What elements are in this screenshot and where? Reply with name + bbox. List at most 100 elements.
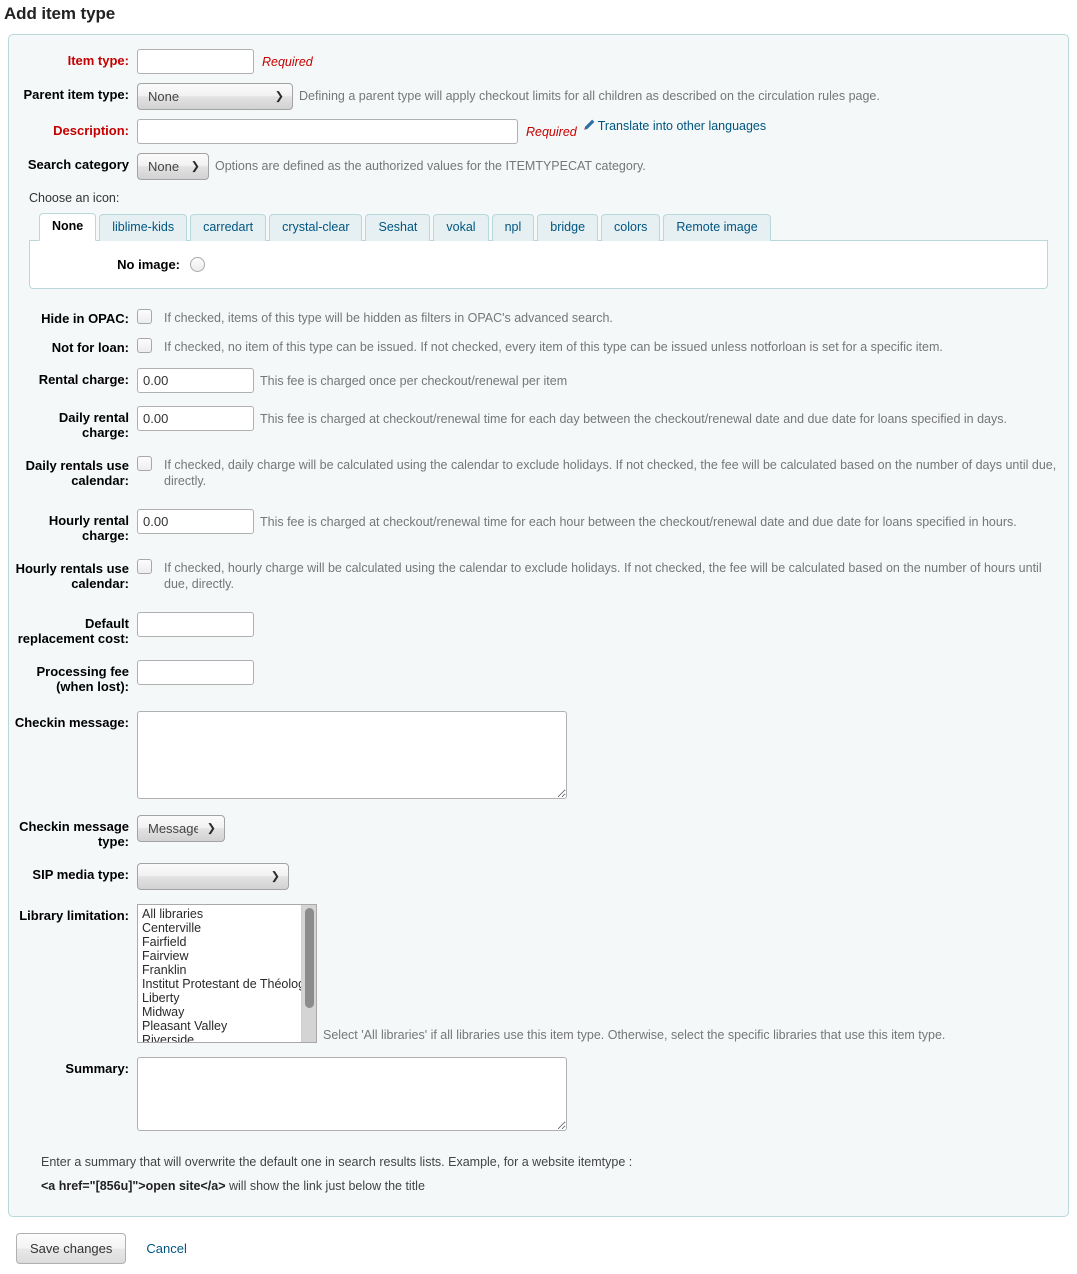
rental-charge-input[interactable]: [137, 368, 254, 393]
library-limitation-options: All libraries Centerville Fairfield Fair…: [138, 905, 301, 1042]
not-for-loan-checkbox[interactable]: [137, 338, 152, 353]
tab-carredart[interactable]: carredart: [190, 214, 267, 241]
checkin-message-type-select-wrap: Message ❯: [137, 815, 225, 842]
hourly-rentals-use-calendar-checkbox[interactable]: [137, 559, 152, 574]
library-limitation-hint: Select 'All libraries' if all libraries …: [323, 1028, 946, 1042]
list-item[interactable]: Centerville: [141, 921, 301, 935]
translate-link[interactable]: Translate into other languages: [595, 119, 766, 133]
parent-item-type-select-wrap: None ❯: [137, 83, 293, 110]
tab-none[interactable]: None: [39, 213, 97, 241]
item-type-input[interactable]: [137, 49, 254, 74]
description-label: Description:: [53, 123, 129, 138]
library-limitation-listbox[interactable]: All libraries Centerville Fairfield Fair…: [137, 904, 317, 1043]
not-for-loan-label: Not for loan:: [51, 340, 129, 355]
checkin-message-textarea[interactable]: [137, 711, 567, 799]
library-limitation-label: Library limitation:: [19, 908, 129, 923]
hide-in-opac-hint: If checked, items of this type will be h…: [164, 311, 613, 325]
search-category-select-wrap: None ❯: [137, 153, 209, 180]
row-checkin-message: Checkin message:: [9, 711, 1068, 799]
summary-help-code-rest: will show the link just below the title: [225, 1179, 425, 1193]
tab-colors[interactable]: colors: [601, 214, 661, 241]
row-parent-item-type: Parent item type: None ❯ Defining a pare…: [9, 83, 1068, 110]
row-search-category: Search category None ❯ Options are defin…: [9, 153, 1068, 180]
sip-media-type-select-wrap: ❯: [137, 863, 289, 890]
row-item-type: Item type: Required: [9, 49, 1068, 74]
no-image-radio[interactable]: [190, 257, 205, 272]
row-checkin-message-type: Checkin message type: Message ❯: [9, 815, 1068, 849]
list-item[interactable]: Liberty: [141, 991, 301, 1005]
icon-tab-panel-none: No image:: [29, 241, 1048, 289]
search-category-label: Search category: [27, 157, 129, 172]
list-item[interactable]: Riverside: [141, 1033, 301, 1042]
summary-help-line1: Enter a summary that will overwrite the …: [41, 1155, 633, 1169]
tab-liblime-kids[interactable]: liblime-kids: [99, 214, 188, 241]
library-limitation-scrollbar[interactable]: [301, 905, 316, 1042]
processing-fee-input[interactable]: [137, 660, 254, 685]
sip-media-type-select[interactable]: [137, 863, 289, 890]
summary-help-code: <a href="[856u]">open site</a>: [41, 1179, 226, 1193]
rental-charge-label: Rental charge:: [38, 372, 129, 387]
list-item[interactable]: Midway: [141, 1005, 301, 1019]
description-input[interactable]: [137, 119, 518, 144]
list-item[interactable]: Franklin: [141, 963, 301, 977]
list-item[interactable]: Fairview: [141, 949, 301, 963]
row-not-for-loan: Not for loan: If checked, no item of thi…: [9, 338, 1068, 355]
tab-npl[interactable]: npl: [491, 214, 535, 241]
form-footer: Save changes Cancel: [0, 1217, 1077, 1274]
icon-chooser: Choose an icon: None liblime-kids carred…: [9, 189, 1068, 289]
row-sip-media-type: SIP media type: ❯: [9, 863, 1068, 890]
page-title: Add item type: [4, 4, 116, 23]
hourly-rentals-use-calendar-label: Hourly rentals use calendar:: [15, 561, 129, 591]
list-item[interactable]: Institut Protestant de Théologie: [141, 977, 301, 991]
summary-help: Enter a summary that will overwrite the …: [9, 1140, 1068, 1198]
checkin-message-label: Checkin message:: [14, 715, 129, 730]
row-hourly-rental-charge: Hourly rental charge: This fee is charge…: [9, 509, 1068, 543]
cancel-link[interactable]: Cancel: [146, 1241, 186, 1256]
default-replacement-cost-label: Default replacement cost:: [17, 616, 129, 646]
processing-fee-label: Processing fee (when lost):: [36, 664, 130, 694]
hourly-rental-charge-input[interactable]: [137, 509, 254, 534]
daily-rentals-use-calendar-label: Daily rentals use calendar:: [25, 458, 129, 488]
list-item[interactable]: Fairfield: [141, 935, 301, 949]
parent-item-type-label: Parent item type:: [23, 87, 129, 102]
row-daily-rentals-use-calendar: Daily rentals use calendar: If checked, …: [9, 456, 1068, 489]
tab-seshat[interactable]: Seshat: [365, 214, 431, 241]
tab-remote-image[interactable]: Remote image: [663, 214, 771, 241]
rental-charge-hint: This fee is charged once per checkout/re…: [260, 374, 568, 388]
search-category-select[interactable]: None: [137, 153, 209, 180]
item-type-required-note: Required: [262, 55, 313, 69]
daily-rental-charge-label: Daily rental charge:: [58, 410, 129, 440]
tab-crystal-clear[interactable]: crystal-clear: [269, 214, 363, 241]
pencil-icon: [583, 119, 595, 134]
list-item[interactable]: Pleasant Valley: [141, 1019, 301, 1033]
parent-item-type-hint: Defining a parent type will apply checko…: [299, 89, 880, 103]
list-item[interactable]: All libraries: [141, 907, 301, 921]
daily-rental-charge-input[interactable]: [137, 406, 254, 431]
summary-label: Summary:: [65, 1061, 129, 1076]
hourly-rentals-use-calendar-hint: If checked, hourly charge will be calcul…: [164, 561, 1042, 591]
row-summary: Summary:: [9, 1057, 1068, 1131]
daily-rental-charge-hint: This fee is charged at checkout/renewal …: [260, 412, 1007, 426]
item-type-form-panel: Item type: Required Parent item type: No…: [8, 34, 1069, 1217]
checkin-message-type-label: Checkin message type:: [19, 819, 129, 849]
parent-item-type-select[interactable]: None: [137, 83, 293, 110]
icon-tab-list: None liblime-kids carredart crystal-clea…: [29, 213, 1048, 241]
row-default-replacement-cost: Default replacement cost:: [9, 612, 1068, 646]
row-daily-rental-charge: Daily rental charge: This fee is charged…: [9, 406, 1068, 440]
not-for-loan-hint: If checked, no item of this type can be …: [164, 340, 943, 354]
daily-rentals-use-calendar-checkbox[interactable]: [137, 456, 152, 471]
summary-textarea[interactable]: [137, 1057, 567, 1131]
checkin-message-type-select[interactable]: Message: [137, 815, 225, 842]
default-replacement-cost-input[interactable]: [137, 612, 254, 637]
row-rental-charge: Rental charge: This fee is charged once …: [9, 368, 1068, 393]
save-changes-button[interactable]: Save changes: [16, 1233, 127, 1264]
choose-icon-label: Choose an icon:: [29, 191, 120, 205]
row-library-limitation: Library limitation: All libraries Center…: [9, 904, 1068, 1043]
hourly-rental-charge-hint: This fee is charged at checkout/renewal …: [260, 515, 1017, 529]
scrollbar-thumb[interactable]: [305, 908, 314, 1008]
hide-in-opac-checkbox[interactable]: [137, 309, 152, 324]
description-required-note: Required: [526, 125, 577, 139]
daily-rentals-use-calendar-hint: If checked, daily charge will be calcula…: [164, 458, 1057, 488]
tab-bridge[interactable]: bridge: [537, 214, 599, 241]
tab-vokal[interactable]: vokal: [433, 214, 489, 241]
